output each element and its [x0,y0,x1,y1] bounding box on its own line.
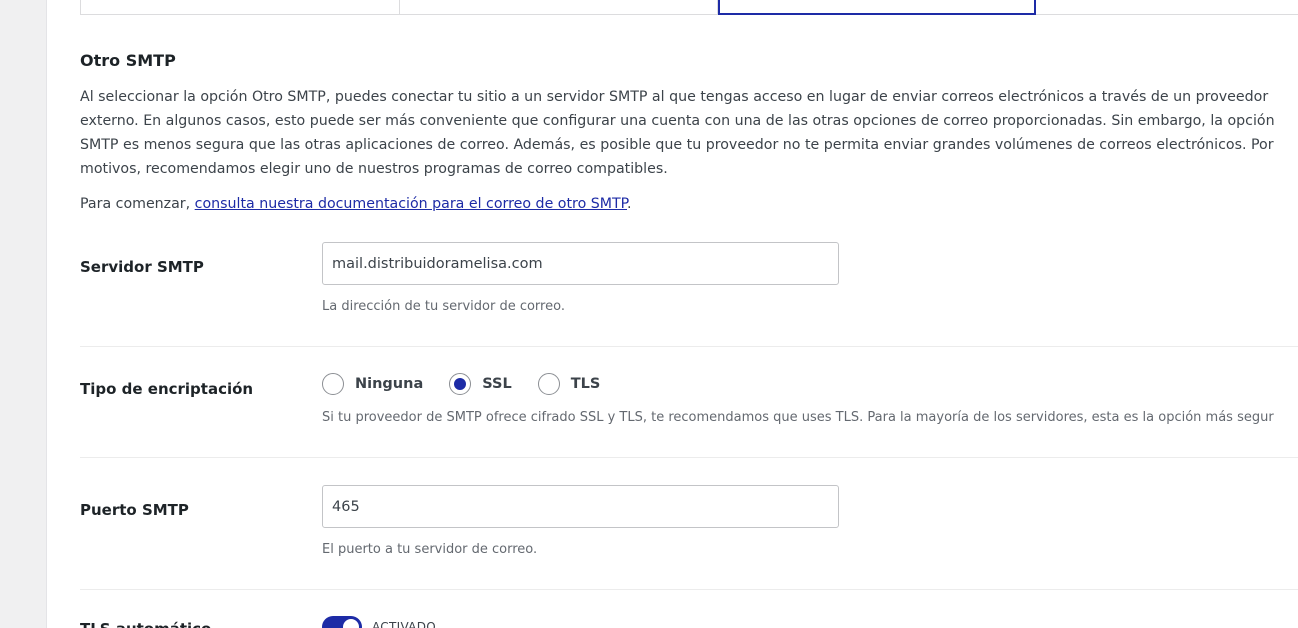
smtp-host-label: Servidor SMTP [80,258,204,276]
mailer-tile-selected[interactable] [718,0,1036,15]
encryption-radio-group: Ninguna SSL TLS [322,373,626,395]
description-line: SMTP es menos segura que las otras aplic… [80,137,1274,153]
row-divider [80,457,1298,458]
radio-label: SSL [482,376,512,392]
description-line: externo. En algunos casos, esto puede se… [80,113,1275,129]
encryption-help: Si tu proveedor de SMTP ofrece cifrado S… [322,410,1274,425]
mailer-tiles [80,0,1298,15]
auto-tls-toggle[interactable] [322,616,362,628]
description-line: motivos, recomendamos elegir uno de nues… [80,161,668,177]
radio-label: TLS [570,376,601,392]
intro-prefix: Para comenzar, [80,196,195,212]
auto-tls-state: ACTIVADO [372,620,436,628]
smtp-port-label: Puerto SMTP [80,501,189,519]
smtp-port-help: El puerto a tu servidor de correo. [322,542,538,557]
intro-text: Para comenzar, consulta nuestra document… [80,193,632,215]
row-divider [80,346,1298,347]
admin-sidebar-edge [0,0,46,628]
section-description: Al seleccionar la opción Otro SMTP, pued… [80,85,1298,181]
description-line: Al seleccionar la opción Otro SMTP, pued… [80,89,1269,105]
radio-button[interactable] [537,373,560,395]
encryption-option-none[interactable]: Ninguna [322,373,423,395]
smtp-port-input[interactable] [322,485,839,528]
smtp-host-help: La dirección de tu servidor de correo. [322,299,565,314]
section-title: Otro SMTP [80,51,176,70]
auto-tls-label: TLS automático [80,620,211,628]
encryption-label: Tipo de encriptación [80,380,254,398]
row-divider [80,589,1298,590]
mailer-tile[interactable] [80,0,400,15]
documentation-link[interactable]: consulta nuestra documentación para el c… [195,196,627,212]
radio-button[interactable] [322,373,344,395]
mailer-tile[interactable] [1036,0,1298,15]
mailer-tile[interactable] [400,0,718,15]
radio-label: Ninguna [355,376,424,392]
radio-button-checked[interactable] [449,373,472,395]
intro-suffix: . [627,196,632,212]
encryption-option-tls[interactable]: TLS [537,373,601,395]
settings-panel: Otro SMTP Al seleccionar la opción Otro … [46,0,1298,628]
smtp-host-input[interactable] [322,242,839,285]
encryption-option-ssl[interactable]: SSL [449,373,512,395]
